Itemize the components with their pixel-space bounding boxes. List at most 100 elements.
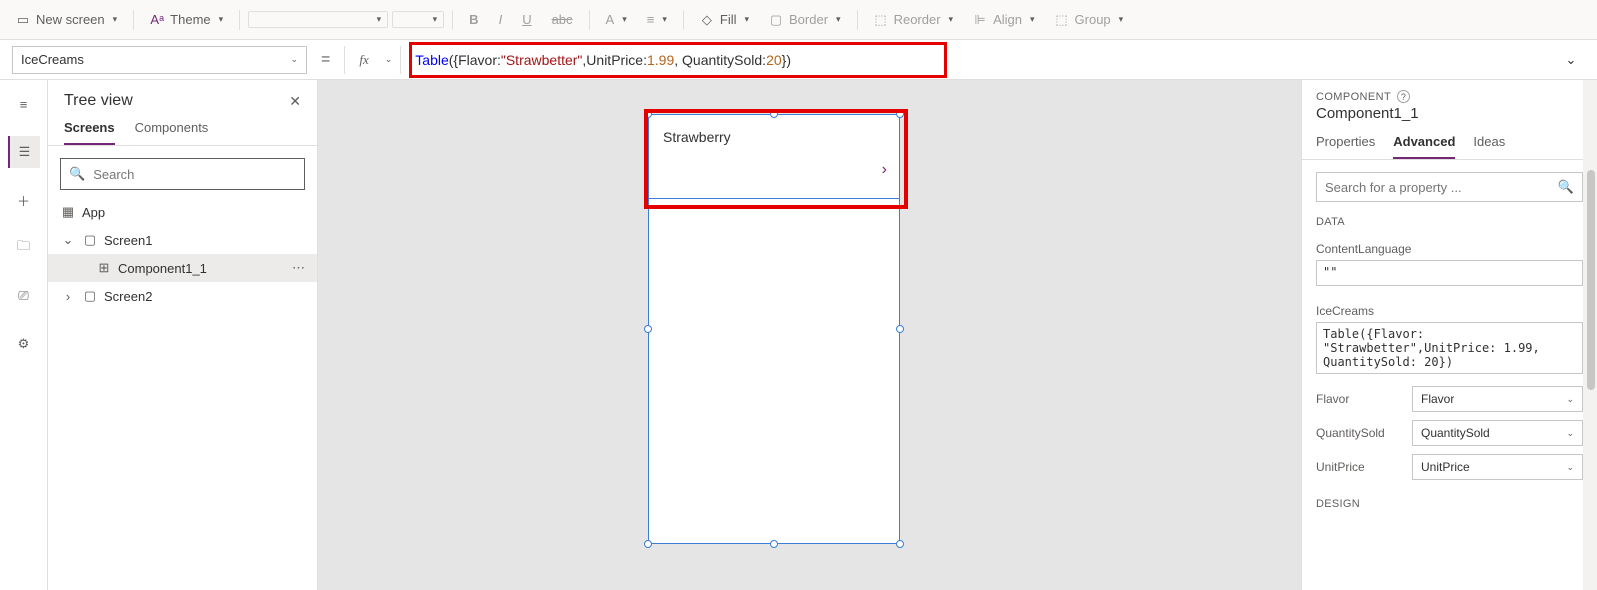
property-select[interactable]: UnitPrice ⌄ — [1412, 454, 1583, 480]
strikethrough-button[interactable]: abc — [544, 8, 581, 31]
chevron-down-icon: ▾ — [1030, 14, 1035, 25]
tree-item-app[interactable]: ▦ App — [48, 198, 317, 226]
insert-button[interactable]: ＋ — [8, 184, 40, 216]
chevron-down-icon: ⌄ — [1566, 462, 1574, 473]
formula-bar: IceCreams ⌄ = fx ⌄ Table({Flavor: "Straw… — [0, 40, 1597, 80]
property-search[interactable]: 🔍 — [1316, 172, 1583, 202]
section-label-data: DATA — [1302, 212, 1597, 232]
resize-handle[interactable] — [644, 540, 652, 548]
formula-token: 20 — [766, 52, 782, 68]
chevron-down-icon: ▾ — [377, 14, 382, 25]
property-value-input[interactable]: Table({Flavor: "Strawbetter",UnitPrice: … — [1316, 322, 1583, 374]
font-select[interactable]: ▾ — [248, 11, 388, 28]
tree-item-component1-1[interactable]: ⊞ Component1_1 ⋯ — [48, 254, 317, 282]
chevron-down-icon: ▾ — [113, 14, 118, 25]
tree-search[interactable]: 🔍 — [60, 158, 305, 190]
property-value: UnitPrice — [1421, 460, 1470, 474]
tab-properties[interactable]: Properties — [1316, 128, 1375, 159]
canvas[interactable]: Strawberry › — [318, 80, 1301, 590]
new-screen-button[interactable]: ▭ New screen ▾ — [8, 8, 125, 31]
property-value-input[interactable]: "" — [1316, 260, 1583, 286]
resize-handle[interactable] — [896, 540, 904, 548]
search-icon: 🔍 — [1558, 179, 1574, 195]
scrollbar-track[interactable] — [1583, 80, 1597, 590]
fx-label[interactable]: fx — [353, 52, 374, 68]
new-screen-label: New screen — [36, 12, 105, 27]
property-selector[interactable]: IceCreams ⌄ — [12, 46, 307, 74]
tree-list: ▦ App ⌄ ▢ Screen1 ⊞ Component1_1 ⋯ › ▢ S… — [48, 198, 317, 590]
plus-icon: ＋ — [17, 191, 30, 210]
group-button[interactable]: ⬚ Group ▾ — [1047, 8, 1132, 31]
tab-screens[interactable]: Screens — [64, 120, 115, 145]
hamburger-button[interactable]: ≡ — [8, 88, 40, 120]
reorder-button[interactable]: ⬚ Reorder ▾ — [866, 8, 962, 31]
tree-view-button[interactable]: ☰ — [8, 136, 40, 168]
tree-item-screen2[interactable]: › ▢ Screen2 — [48, 282, 317, 310]
scrollbar-thumb[interactable] — [1587, 170, 1595, 390]
property-search-input[interactable] — [1325, 180, 1558, 195]
property-flavor: Flavor Flavor ⌄ — [1302, 382, 1597, 416]
chevron-down-icon[interactable]: ⌄ — [385, 54, 393, 65]
section-label-design: DESIGN — [1302, 494, 1597, 514]
font-color-button[interactable]: A▾ — [598, 8, 635, 31]
bold-button[interactable]: B — [461, 8, 486, 31]
expand-formula-button[interactable]: ⌄ — [1557, 52, 1585, 68]
data-button[interactable]: 🗀 — [8, 232, 40, 264]
border-button[interactable]: ▢ Border ▾ — [761, 8, 849, 31]
tab-components[interactable]: Components — [135, 120, 209, 145]
reorder-label: Reorder — [894, 12, 941, 27]
theme-button[interactable]: Aᵃ Theme ▾ — [142, 8, 231, 31]
property-label: Flavor — [1316, 392, 1404, 406]
tree-view-panel: Tree view ✕ Screens Components 🔍 ▦ App ⌄… — [48, 80, 318, 590]
property-value: Flavor — [1421, 392, 1454, 406]
media-button[interactable]: ⎚ — [8, 280, 40, 312]
property-icecreams: IceCreams Table({Flavor: "Strawbetter",U… — [1302, 294, 1597, 382]
chevron-down-icon: ▾ — [1119, 14, 1124, 25]
chevron-right-icon[interactable]: › — [882, 161, 887, 179]
fill-button[interactable]: ◇ Fill ▾ — [692, 8, 757, 31]
tools-button[interactable]: ⚙ — [8, 328, 40, 360]
theme-icon: Aᵃ — [150, 13, 164, 27]
help-icon[interactable]: ? — [1397, 90, 1410, 103]
equals-sign: = — [315, 51, 336, 69]
text-align-button[interactable]: ≡▾ — [639, 8, 675, 31]
resize-handle[interactable] — [644, 325, 652, 333]
gallery-item[interactable]: Strawberry › — [649, 115, 899, 199]
selected-control-name: Component1_1 — [1302, 105, 1597, 128]
tab-ideas[interactable]: Ideas — [1473, 128, 1505, 159]
formula-token: , QuantitySold: — [674, 52, 766, 68]
database-icon: 🗀 — [17, 237, 30, 259]
formula-input[interactable]: Table({Flavor: "Strawbetter",UnitPrice: … — [409, 46, 1549, 74]
left-rail: ≡ ☰ ＋ 🗀 ⎚ ⚙ — [0, 80, 48, 590]
tree-item-label: Screen1 — [104, 233, 152, 248]
formula-token: ({Flavor: — [449, 52, 501, 68]
tab-advanced[interactable]: Advanced — [1393, 128, 1455, 159]
property-label: QuantitySold — [1316, 426, 1404, 440]
tree-item-screen1[interactable]: ⌄ ▢ Screen1 — [48, 226, 317, 254]
resize-handle[interactable] — [896, 325, 904, 333]
property-select[interactable]: Flavor ⌄ — [1412, 386, 1583, 412]
underline-button[interactable]: U — [514, 8, 539, 31]
chevron-down-icon: ▾ — [744, 14, 749, 25]
formula-token: Table — [415, 52, 448, 68]
tree-tabs: Screens Components — [48, 114, 317, 146]
align-button[interactable]: ⊫ Align ▾ — [965, 8, 1042, 31]
align-label: Align — [993, 12, 1022, 27]
formula-token: ,UnitPrice: — [582, 52, 647, 68]
property-select[interactable]: QuantitySold ⌄ — [1412, 420, 1583, 446]
chevron-down-icon: ▾ — [219, 14, 224, 25]
settings-icon: ⚙ — [18, 336, 30, 352]
resize-handle[interactable] — [770, 540, 778, 548]
font-size-select[interactable]: ▾ — [392, 11, 444, 28]
component-instance[interactable]: Strawberry › — [648, 114, 900, 544]
chevron-right-icon: › — [60, 288, 76, 304]
tree-search-input[interactable] — [93, 167, 296, 182]
more-button[interactable]: ⋯ — [292, 260, 305, 276]
italic-button[interactable]: I — [491, 8, 511, 31]
tree-item-label: Screen2 — [104, 289, 152, 304]
toolbar-separator — [239, 10, 240, 30]
screen-icon: ▢ — [82, 288, 98, 304]
screen-icon: ▢ — [82, 232, 98, 248]
chevron-down-icon: ⌄ — [60, 232, 76, 248]
close-button[interactable]: ✕ — [289, 93, 301, 110]
